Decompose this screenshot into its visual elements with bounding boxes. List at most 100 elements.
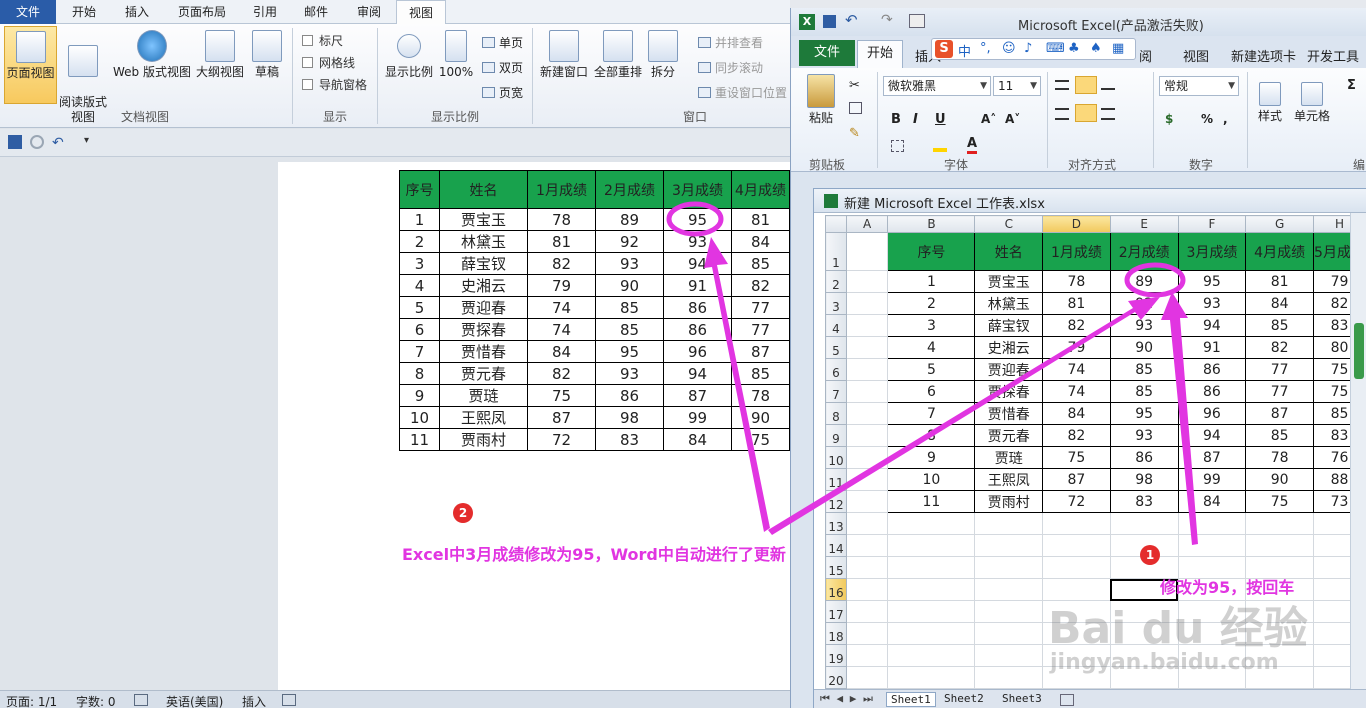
grid-cell[interactable]: 85 <box>1109 358 1179 381</box>
grid-cell[interactable]: 序号 <box>887 232 976 271</box>
table-cell[interactable]: 74 <box>527 318 596 341</box>
new-window-button[interactable]: 新建窗口 <box>538 30 590 80</box>
grid-cell[interactable] <box>1177 534 1247 557</box>
grid-cell[interactable]: 贾惜春 <box>974 402 1044 425</box>
table-header-cell[interactable]: 4月成绩 <box>731 170 790 209</box>
table-cell[interactable]: 94 <box>663 362 732 385</box>
save-icon[interactable] <box>8 135 22 149</box>
grid-cell[interactable] <box>887 534 976 557</box>
align-center-icon[interactable] <box>1075 104 1097 122</box>
ime-toolbar[interactable]: S 中 °, ☺ ♪ ⌨ ♣ ♠ ▦ <box>931 38 1136 60</box>
row-header[interactable]: 3 <box>825 292 847 315</box>
table-cell[interactable]: 89 <box>595 208 664 231</box>
grid-cell[interactable]: 79 <box>1042 336 1111 359</box>
grid-cell[interactable]: 薛宝钗 <box>974 314 1044 337</box>
table-cell[interactable]: 81 <box>731 208 790 231</box>
grid-cell[interactable] <box>1042 534 1111 557</box>
grid-cell[interactable]: 92 <box>1109 292 1179 315</box>
sheet-nav-icon[interactable]: ⏮ ◀ ▶ ⏭ <box>820 692 873 706</box>
proofing-icon[interactable] <box>134 694 148 706</box>
table-header-cell[interactable]: 2月成绩 <box>595 170 664 209</box>
table-cell[interactable]: 贾元春 <box>439 362 528 385</box>
align-top-icon[interactable] <box>1055 80 1069 90</box>
web-layout-button[interactable]: Web 版式视图 <box>111 30 193 80</box>
grid-cell[interactable] <box>1042 556 1111 579</box>
table-cell[interactable]: 93 <box>595 252 664 275</box>
table-cell[interactable]: 贾琏 <box>439 384 528 407</box>
grid-cell[interactable] <box>845 600 889 623</box>
row-header[interactable]: 2 <box>825 270 847 293</box>
view-side-by-side-button[interactable]: 并排查看 <box>698 34 763 51</box>
grid-cell[interactable]: 77 <box>1245 380 1314 403</box>
grid-cell[interactable]: 81 <box>1245 270 1314 293</box>
macro-icon[interactable] <box>282 694 296 706</box>
grid-cell[interactable]: 82 <box>1042 424 1111 447</box>
column-header[interactable]: A <box>845 215 889 233</box>
mic-icon[interactable]: ♪ <box>1024 41 1032 56</box>
table-cell[interactable]: 86 <box>595 384 664 407</box>
currency-icon[interactable]: $ <box>1165 112 1173 126</box>
tab-developer[interactable]: 开发工具 <box>1307 46 1359 65</box>
page-width-button[interactable]: 页宽 <box>482 84 523 101</box>
status-page[interactable]: 页面: 1/1 <box>6 693 57 708</box>
grid-cell[interactable] <box>845 490 889 513</box>
grid-cell[interactable] <box>845 336 889 359</box>
table-cell[interactable]: 95 <box>663 208 732 231</box>
format-painter-icon[interactable]: ✎ <box>849 126 860 141</box>
grid-cell[interactable] <box>974 556 1044 579</box>
table-cell[interactable]: 78 <box>527 208 596 231</box>
comma-button[interactable]: , <box>1223 112 1228 126</box>
status-insert-mode[interactable]: 插入 <box>242 693 266 708</box>
grid-cell[interactable]: 史湘云 <box>974 336 1044 359</box>
grid-cell[interactable]: 83 <box>1109 490 1179 513</box>
keyboard-icon[interactable]: ⌨ <box>1046 41 1065 56</box>
grid-cell[interactable]: 89 <box>1109 270 1179 293</box>
grid-cell[interactable]: 95 <box>1177 270 1247 293</box>
two-pages-button[interactable]: 双页 <box>482 59 523 76</box>
row-header[interactable]: 8 <box>825 402 847 425</box>
column-header[interactable]: C <box>974 215 1044 233</box>
table-cell[interactable]: 1 <box>399 208 440 231</box>
zoom-button[interactable]: 显示比例 <box>384 30 434 80</box>
grid-cell[interactable]: 90 <box>1109 336 1179 359</box>
grid-cell[interactable]: 75 <box>1245 490 1314 513</box>
styles-button[interactable]: 样式 <box>1253 82 1287 124</box>
font-color-button[interactable]: A <box>967 136 978 154</box>
ime-lang[interactable]: 中 <box>958 41 971 60</box>
grid-cell[interactable]: 2 <box>887 292 976 315</box>
table-cell[interactable]: 林黛玉 <box>439 230 528 253</box>
table-cell[interactable]: 91 <box>663 274 732 297</box>
grid-cell[interactable]: 91 <box>1177 336 1247 359</box>
reset-window-button[interactable]: 重设窗口位置 <box>698 84 787 101</box>
grid-cell[interactable]: 贾宝玉 <box>974 270 1044 293</box>
table-cell[interactable]: 78 <box>731 384 790 407</box>
tab-review[interactable]: 阅 <box>1139 46 1152 65</box>
grid-cell[interactable]: 86 <box>1177 380 1247 403</box>
table-cell[interactable]: 11 <box>399 428 440 451</box>
table-header-cell[interactable]: 3月成绩 <box>663 170 732 209</box>
tab-home[interactable]: 开始 <box>58 0 110 24</box>
align-right-icon[interactable] <box>1101 108 1115 120</box>
grid-cell[interactable] <box>887 600 976 623</box>
table-cell[interactable]: 90 <box>731 406 790 429</box>
grid-cell[interactable]: 82 <box>1042 314 1111 337</box>
fill-color-icon[interactable] <box>933 138 947 152</box>
grid-cell[interactable]: 7 <box>887 402 976 425</box>
grid-cell[interactable]: 86 <box>1177 358 1247 381</box>
emoji-icon[interactable]: ☺ <box>1002 41 1016 56</box>
table-cell[interactable]: 77 <box>731 318 790 341</box>
row-header[interactable]: 11 <box>825 468 847 491</box>
grid-cell[interactable]: 4月成绩 <box>1245 232 1314 271</box>
grid-cell[interactable]: 74 <box>1042 358 1111 381</box>
borders-icon[interactable] <box>891 140 904 152</box>
grid-cell[interactable] <box>845 292 889 315</box>
table-cell[interactable]: 8 <box>399 362 440 385</box>
one-page-button[interactable]: 单页 <box>482 34 523 51</box>
table-header-cell[interactable]: 序号 <box>399 170 440 209</box>
grid-cell[interactable] <box>845 402 889 425</box>
table-cell[interactable]: 81 <box>527 230 596 253</box>
draft-button[interactable]: 草稿 <box>250 30 284 80</box>
punctuation-icon[interactable]: °, <box>980 41 991 56</box>
grid-cell[interactable]: 8 <box>887 424 976 447</box>
table-cell[interactable]: 贾宝玉 <box>439 208 528 231</box>
